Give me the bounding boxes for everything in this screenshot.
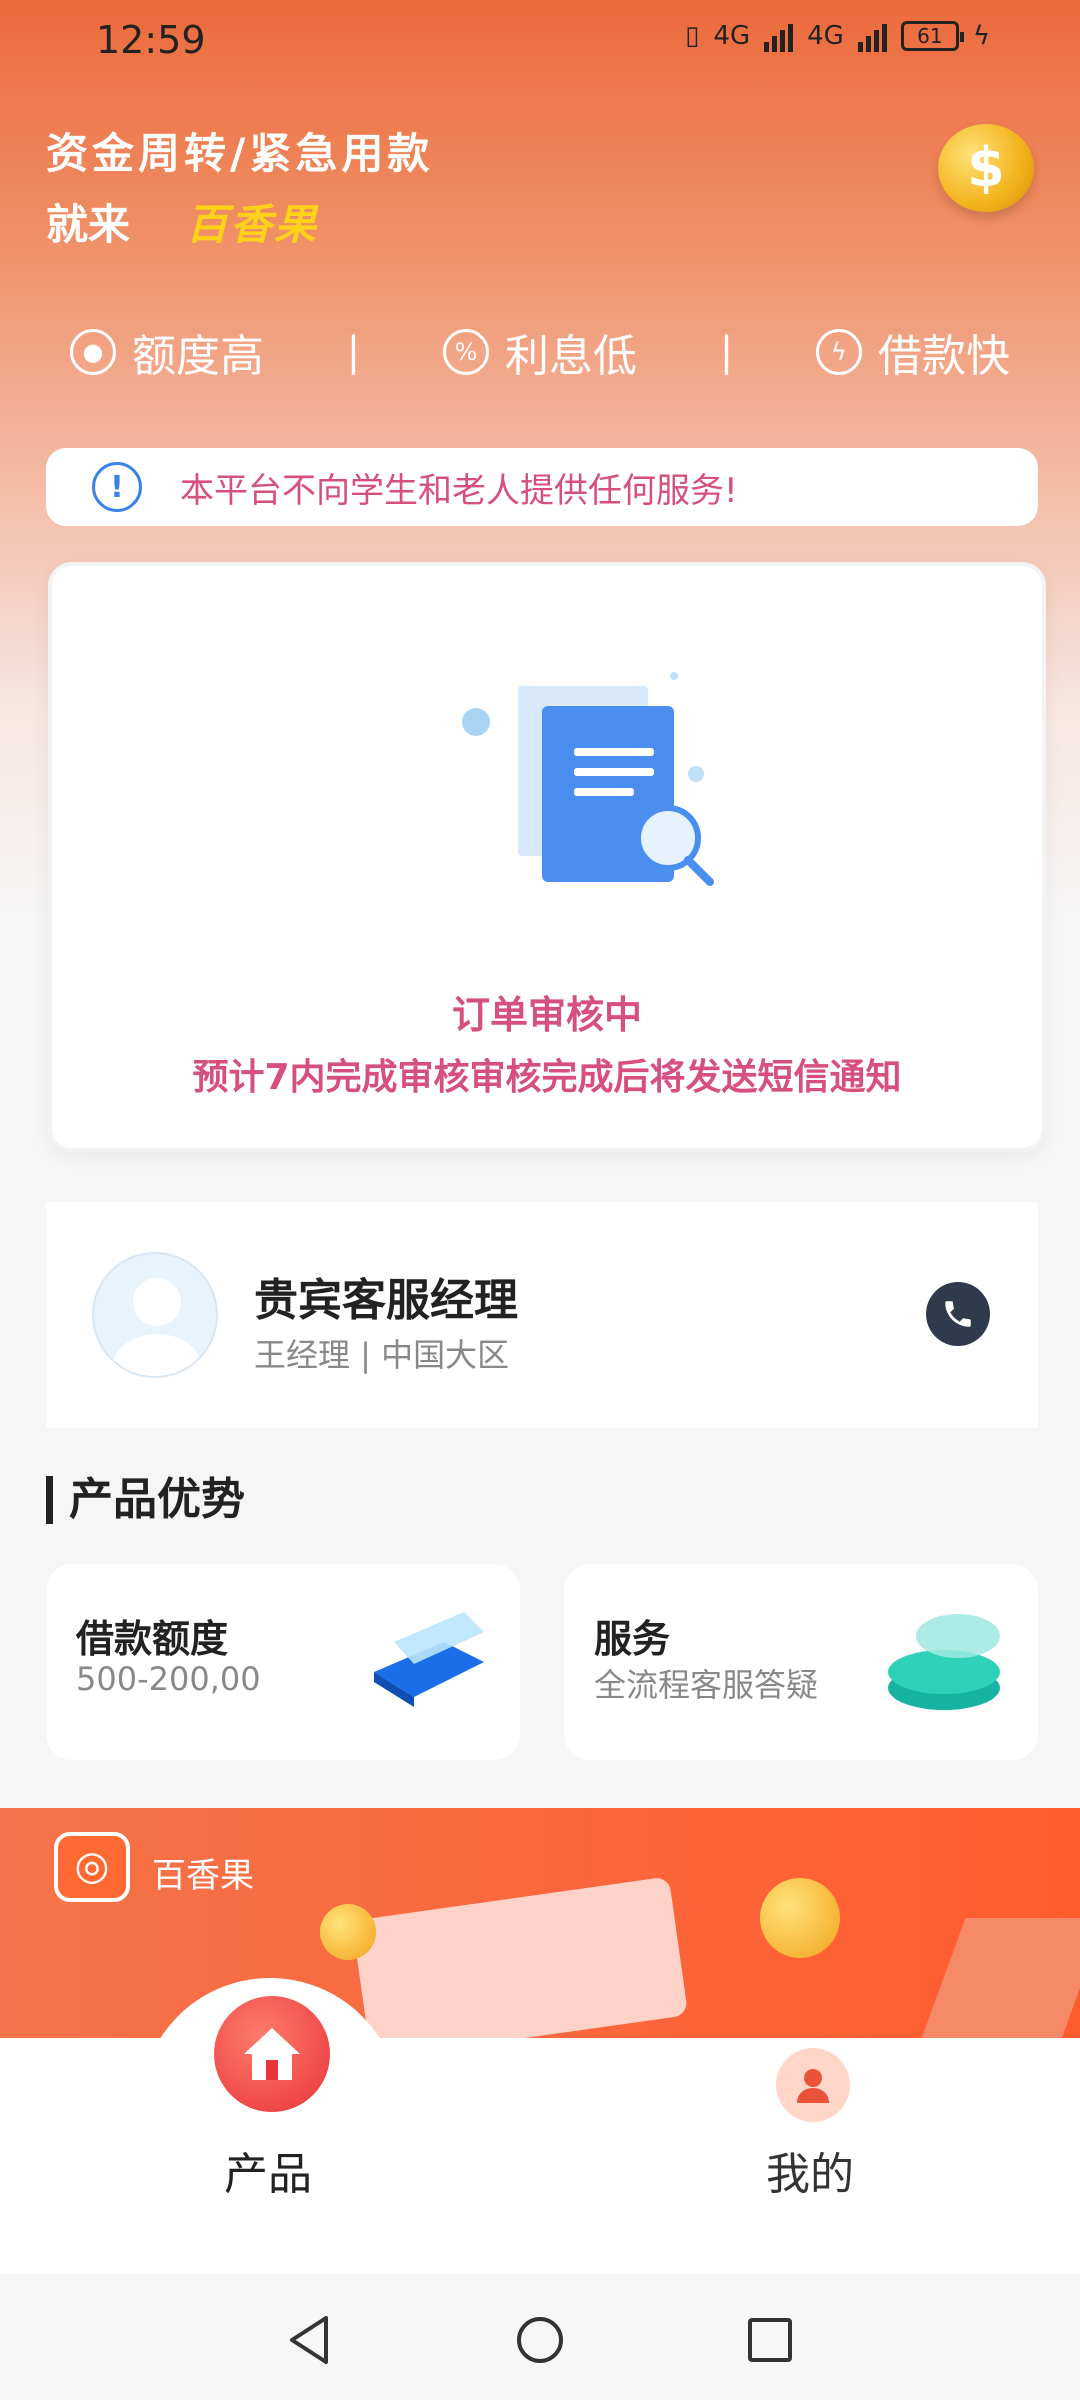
battery-icon: 61 bbox=[900, 21, 964, 51]
app-logo-icon: ◎ bbox=[54, 1832, 130, 1902]
feature-label: 利息低 bbox=[504, 331, 637, 382]
status-icons: ▯ 4G 4G 61 ϟ bbox=[685, 20, 990, 52]
discount-icon: % bbox=[442, 329, 489, 375]
feature-label: 额度高 bbox=[132, 331, 264, 382]
phone-icon bbox=[945, 1301, 971, 1327]
status-bar: 12:59 ▯ 4G 4G 61 ϟ bbox=[0, 0, 1080, 80]
review-status-card: 订单审核中 预计7内完成审核审核完成后将发送短信通知 bbox=[48, 562, 1046, 1152]
call-button[interactable] bbox=[926, 1282, 990, 1346]
advantage-subtitle: 全流程客服答疑 bbox=[594, 1666, 819, 1704]
vibrate-icon: ▯ bbox=[685, 21, 700, 51]
home-circle-icon[interactable] bbox=[512, 2312, 568, 2368]
notice-text: 本平台不向学生和老人提供任何服务! bbox=[180, 470, 738, 511]
coin-icon: $ bbox=[938, 124, 1034, 212]
feature-separator: | bbox=[346, 329, 361, 375]
signal-icon-2 bbox=[857, 20, 887, 52]
advantage-card-limit[interactable]: 借款额度 500-200,00 bbox=[46, 1564, 520, 1760]
charging-icon: ϟ bbox=[972, 21, 990, 51]
section-title: 产品优势 bbox=[46, 1476, 245, 1524]
avatar bbox=[92, 1252, 218, 1378]
info-icon: ! bbox=[92, 462, 142, 512]
back-icon[interactable] bbox=[282, 2312, 338, 2368]
feature-label: 借款快 bbox=[877, 331, 1010, 382]
signal-icon bbox=[764, 20, 794, 52]
notice-banner: ! 本平台不向学生和老人提供任何服务! bbox=[46, 448, 1038, 526]
person-icon bbox=[113, 1278, 201, 1376]
recent-apps-icon[interactable] bbox=[742, 2312, 798, 2368]
feature-low-interest: % 利息低 bbox=[442, 320, 637, 384]
system-navigation-bar bbox=[0, 2274, 1080, 2400]
tab-mine[interactable]: 我的 bbox=[766, 2138, 854, 2202]
money-decoration bbox=[351, 1876, 689, 2038]
person-icon bbox=[797, 2069, 829, 2103]
headline-line1: 资金周转/紧急用款 bbox=[46, 129, 434, 178]
promo-banner[interactable]: ◎ 百香果 bbox=[0, 1808, 1080, 2038]
advantage-subtitle: 500-200,00 bbox=[76, 1660, 261, 1698]
feature-fast-loan: ϟ 借款快 bbox=[815, 320, 1010, 384]
headline-prefix: 就来 bbox=[46, 200, 131, 249]
tab-products[interactable]: 产品 bbox=[224, 2138, 312, 2202]
house-icon bbox=[244, 2028, 300, 2080]
lightning-icon: ϟ bbox=[815, 329, 862, 375]
feature-high-limit: ● 额度高 bbox=[70, 320, 264, 384]
headline: 资金周转/紧急用款 就来 百香果 bbox=[46, 120, 433, 252]
advantage-title: 服务 bbox=[594, 1617, 671, 1661]
network-label-1: 4G bbox=[713, 21, 751, 51]
home-icon[interactable] bbox=[214, 1996, 330, 2112]
headline-line2: 就来 百香果 bbox=[46, 191, 433, 252]
review-title: 订单审核中 bbox=[451, 993, 642, 1037]
coin-stack-icon bbox=[888, 1614, 1000, 1710]
card-icon bbox=[374, 1612, 484, 1707]
bottom-navigation: 产品 我的 bbox=[0, 1978, 1080, 2274]
advantage-title: 借款额度 bbox=[76, 1617, 229, 1661]
advantage-card-service[interactable]: 服务 全流程客服答疑 bbox=[564, 1564, 1038, 1760]
brand-name: 百香果 bbox=[186, 200, 319, 249]
features-row: ● 额度高 | % 利息低 | ϟ 借款快 bbox=[70, 320, 1010, 384]
feature-separator: | bbox=[719, 329, 734, 375]
coin-bag-icon: ● bbox=[70, 329, 116, 375]
network-label-2: 4G bbox=[807, 21, 844, 51]
coin-decoration-small bbox=[320, 1904, 376, 1960]
document-search-illustration bbox=[462, 672, 714, 886]
status-time: 12:59 bbox=[96, 18, 206, 62]
building-decoration bbox=[914, 1918, 1080, 2038]
banner-app-name: 百香果 bbox=[152, 1856, 254, 1896]
customer-manager-card: 贵宾客服经理 王经理 | 中国大区 bbox=[46, 1202, 1038, 1428]
manager-subtitle: 王经理 | 中国大区 bbox=[254, 1336, 510, 1374]
profile-icon[interactable] bbox=[776, 2048, 850, 2122]
coin-decoration bbox=[760, 1878, 840, 1958]
manager-title: 贵宾客服经理 bbox=[254, 1275, 518, 1326]
review-subtitle: 预计7内完成审核审核完成后将发送短信通知 bbox=[192, 1057, 902, 1098]
